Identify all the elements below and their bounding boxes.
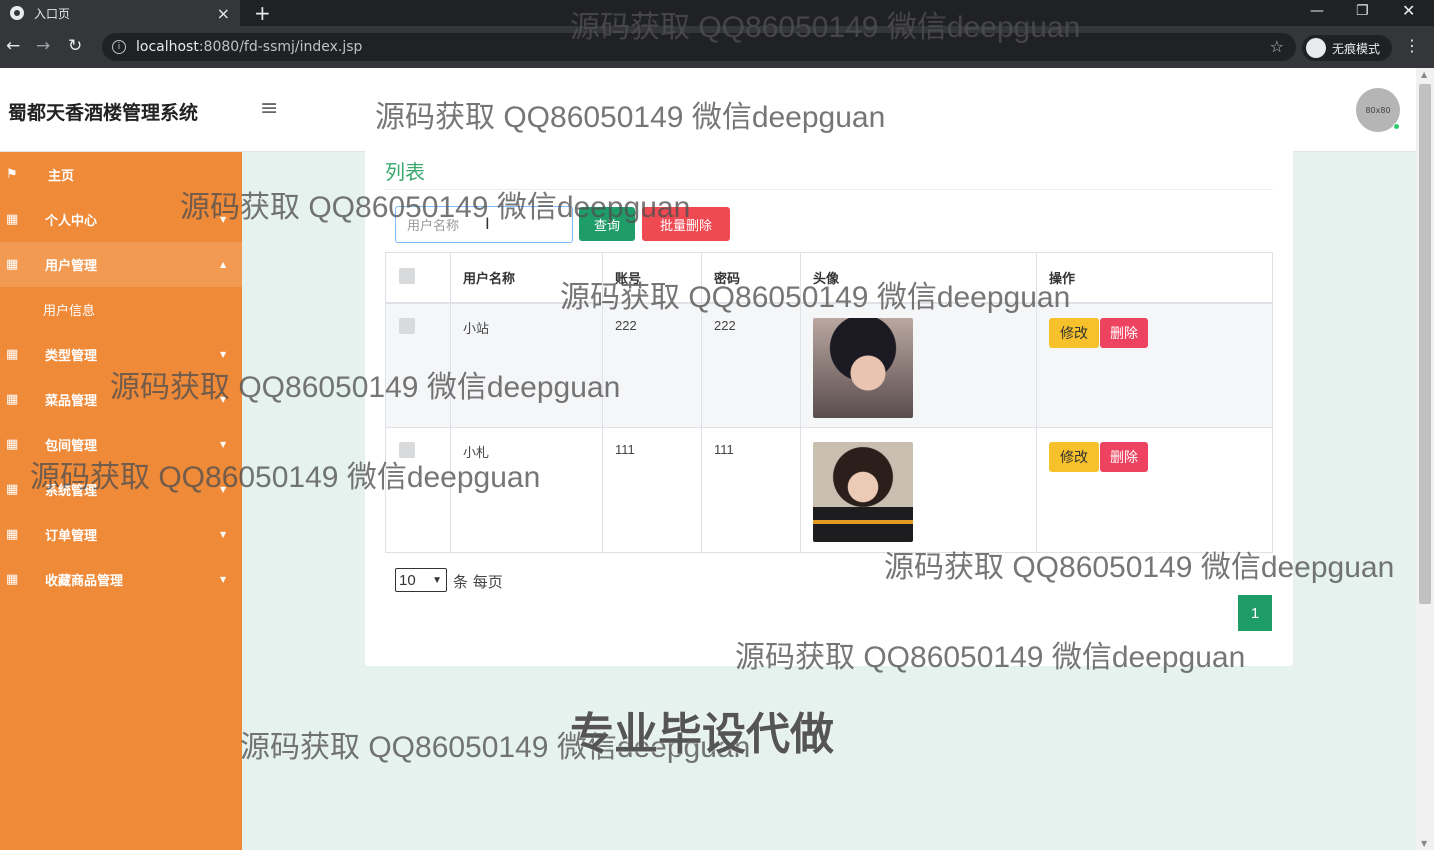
row-checkbox[interactable]	[399, 317, 415, 334]
sidebar-item-users[interactable]: ▦ 用户管理 ▲	[0, 242, 242, 287]
page-number-button[interactable]: 1	[1238, 595, 1272, 631]
minimize-icon[interactable]: —	[1310, 3, 1324, 19]
menu-toggle-icon[interactable]: ≡	[260, 96, 278, 121]
watermark: 源码获取 QQ86050149 微信deepguan	[735, 641, 1246, 674]
grid-icon: ▦	[6, 527, 19, 542]
online-status-dot	[1393, 123, 1400, 130]
sidebar-item-label: 类型管理	[45, 349, 98, 364]
page-scrollbar[interactable]: ▲ ▼	[1416, 68, 1434, 850]
reload-icon[interactable]: ↻	[68, 36, 82, 56]
chevron-down-icon: ▼	[432, 574, 442, 586]
tab-close-icon[interactable]: ×	[217, 4, 230, 23]
avatar[interactable]: 80x80	[1356, 88, 1400, 132]
cell-avatar	[800, 302, 1037, 428]
select-all-checkbox[interactable]	[399, 267, 415, 284]
chevron-down-icon: ▼	[220, 440, 227, 449]
sidebar-item-label: 订单管理	[45, 529, 98, 544]
select-all-cell	[385, 252, 451, 303]
watermark: 源码获取 QQ86050149 微信deepguan	[560, 281, 1071, 314]
chevron-up-icon: ▲	[220, 260, 227, 269]
tab-title: 入口页	[34, 6, 71, 21]
watermark-large: 专业毕设代做	[570, 709, 834, 760]
edit-button[interactable]: 修改	[1049, 317, 1099, 348]
browser-tab[interactable]: 入口页 ×	[0, 0, 240, 26]
edit-button[interactable]: 修改	[1049, 442, 1099, 472]
sidebar-item-label: 主页	[48, 169, 75, 184]
sidebar-subitem-user-info[interactable]: 用户信息	[0, 287, 242, 332]
scrollbar-thumb[interactable]	[1419, 84, 1431, 604]
incognito-icon	[1306, 38, 1326, 58]
cell-password: 222	[701, 302, 801, 428]
sidebar-item-favorites[interactable]: ▦ 收藏商品管理 ▼	[0, 557, 242, 602]
new-tab-button[interactable]: +	[254, 1, 271, 25]
sidebar-item-orders[interactable]: ▦ 订单管理 ▼	[0, 512, 242, 557]
watermark: 源码获取 QQ86050149 微信deepguan	[884, 551, 1395, 584]
restore-icon[interactable]: ❐	[1356, 3, 1369, 19]
grid-icon: ▦	[6, 482, 19, 497]
cell-actions: 修改 删除	[1036, 427, 1273, 553]
close-window-icon[interactable]: ✕	[1402, 1, 1415, 20]
delete-button[interactable]: 删除	[1100, 442, 1148, 472]
card-title: 列表	[385, 160, 425, 184]
grid-icon: ▦	[6, 257, 19, 272]
page-size-select[interactable]: 10 ▼	[395, 568, 447, 592]
user-photo	[813, 442, 913, 542]
globe-icon	[10, 6, 24, 20]
cell-password: 111	[701, 427, 801, 553]
sidebar-item-label: 用户管理	[45, 259, 98, 274]
cell-account: 111	[602, 427, 702, 553]
watermark: 源码获取 QQ86050149 微信deepguan	[180, 191, 691, 224]
chevron-down-icon: ▼	[220, 575, 227, 584]
page-size-value: 10	[399, 571, 416, 589]
grid-icon: ▦	[6, 437, 19, 452]
forward-icon[interactable]: →	[36, 36, 50, 56]
delete-button[interactable]: 删除	[1100, 317, 1148, 348]
cell-actions: 修改 删除	[1036, 302, 1273, 428]
browser-menu-icon[interactable]: ⋮	[1404, 36, 1420, 55]
flag-icon: ⚑	[6, 167, 18, 182]
url-host: localhost	[136, 39, 199, 55]
watermark: 源码获取 QQ86050149 微信deepguan	[570, 11, 1081, 44]
column-header: 操作	[1036, 252, 1273, 303]
incognito-label: 无痕模式	[1332, 41, 1381, 56]
scroll-down-icon[interactable]: ▼	[1421, 839, 1427, 848]
app-brand: 蜀都天香酒楼管理系统	[8, 102, 199, 124]
cell-avatar	[800, 427, 1037, 553]
grid-icon: ▦	[6, 212, 19, 227]
grid-icon: ▦	[6, 572, 19, 587]
sidebar-item-label: 用户信息	[43, 304, 96, 319]
grid-icon: ▦	[6, 392, 19, 407]
watermark: 源码获取 QQ86050149 微信deepguan	[30, 461, 541, 494]
sidebar: ⚑ 主页 ▦ 个人中心 ▼ ▦ 用户管理 ▲ 用户信息 ▦ 类型管理 ▼ ▦ 菜…	[0, 152, 242, 850]
sidebar-item-label: 收藏商品管理	[45, 574, 124, 589]
watermark: 源码获取 QQ86050149 微信deepguan	[110, 371, 621, 404]
sidebar-item-label: 个人中心	[45, 214, 98, 229]
chevron-down-icon: ▼	[220, 530, 227, 539]
chevron-down-icon: ▼	[220, 350, 227, 359]
user-photo	[813, 317, 913, 418]
avatar-text: 80x80	[1365, 105, 1391, 115]
grid-icon: ▦	[6, 347, 19, 362]
incognito-badge[interactable]: 无痕模式	[1302, 35, 1392, 61]
info-icon[interactable]: i	[112, 40, 126, 54]
bookmark-star-icon[interactable]: ☆	[1270, 37, 1284, 56]
sidebar-item-label: 菜品管理	[45, 394, 98, 409]
scroll-up-icon[interactable]: ▲	[1421, 70, 1427, 79]
watermark: 源码获取 QQ86050149 微信deepguan	[375, 101, 886, 134]
url-path: :8080/fd-ssmj/index.jsp	[198, 39, 363, 55]
back-icon[interactable]: ←	[6, 36, 20, 56]
page-size-label: 条 每页	[453, 573, 503, 591]
